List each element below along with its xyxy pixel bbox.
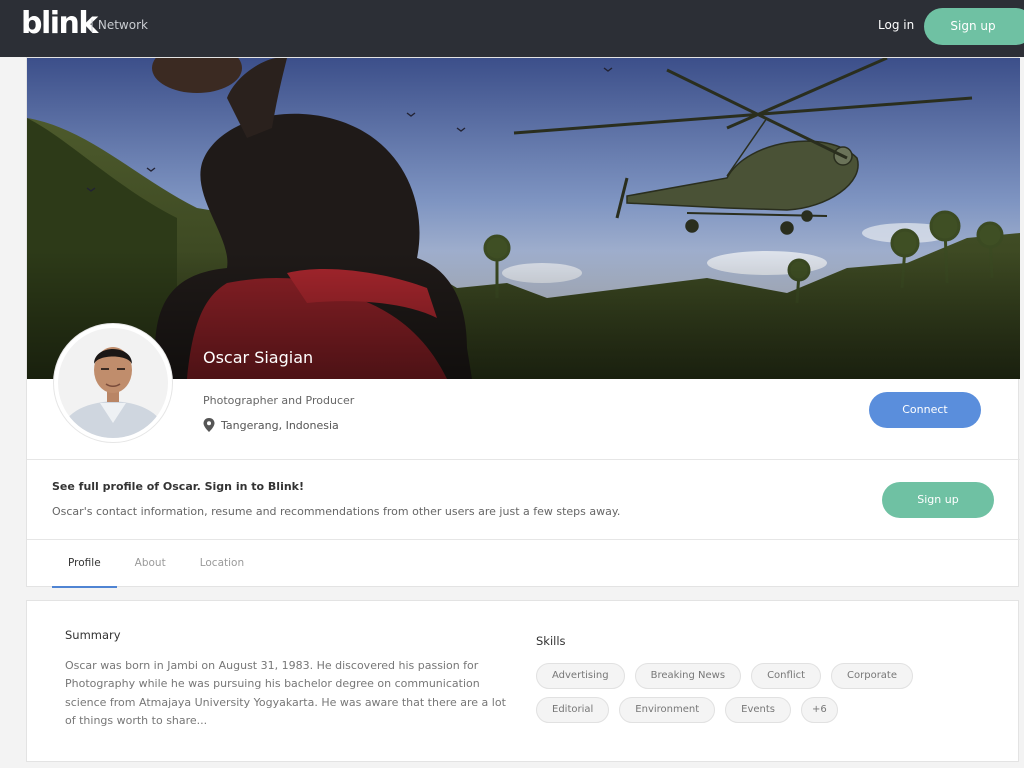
tab-location[interactable]: Location (184, 540, 260, 588)
skill-tag[interactable]: Environment (619, 697, 716, 723)
cover-photo (27, 58, 1020, 379)
skill-tag[interactable]: Conflict (751, 663, 822, 689)
location-text: Tangerang, Indonesia (221, 418, 339, 432)
connect-button[interactable]: Connect (869, 392, 981, 428)
tab-profile[interactable]: Profile (52, 540, 117, 588)
profile-location: Tangerang, Indonesia (203, 418, 339, 432)
skill-tag[interactable]: Events (725, 697, 791, 723)
skill-tag[interactable]: Breaking News (634, 663, 742, 689)
signin-prompt-title: See full profile of Oscar. Sign in to Bl… (52, 480, 305, 493)
profile-name: Oscar Siagian (203, 348, 314, 367)
skills-list: Advertising Breaking News Conflict Corpo… (536, 663, 996, 723)
details-card: Summary Oscar was born in Jambi on Augus… (26, 600, 1019, 762)
skill-tag[interactable]: Editorial (536, 697, 610, 723)
skill-tag[interactable]: Advertising (536, 663, 625, 689)
login-link[interactable]: Log in (878, 18, 914, 32)
skills-title: Skills (536, 634, 566, 648)
divider (27, 459, 1020, 460)
network-label: | Network (90, 18, 148, 32)
summary-text: Oscar was born in Jambi on August 31, 19… (65, 659, 506, 727)
tab-about[interactable]: About (119, 540, 182, 588)
summary-title: Summary (65, 628, 121, 642)
profile-card: Oscar Siagian Photographer and Producer … (26, 57, 1020, 588)
skill-tag[interactable]: Corporate (831, 663, 914, 689)
profile-tabs: Profile About Location (52, 540, 262, 588)
profile-avatar (54, 324, 172, 442)
blink-logo[interactable]: blink (21, 6, 98, 41)
more-skills-tag[interactable]: +6 (801, 697, 838, 723)
location-pin-icon (203, 418, 215, 432)
top-nav-bar: blink | Network Log in Sign up (0, 0, 1024, 57)
signin-prompt-text: Oscar's contact information, resume and … (52, 505, 621, 518)
profile-headline: Photographer and Producer (203, 394, 355, 407)
signup-button-top[interactable]: Sign up (924, 8, 1024, 45)
signup-button[interactable]: Sign up (882, 482, 994, 518)
